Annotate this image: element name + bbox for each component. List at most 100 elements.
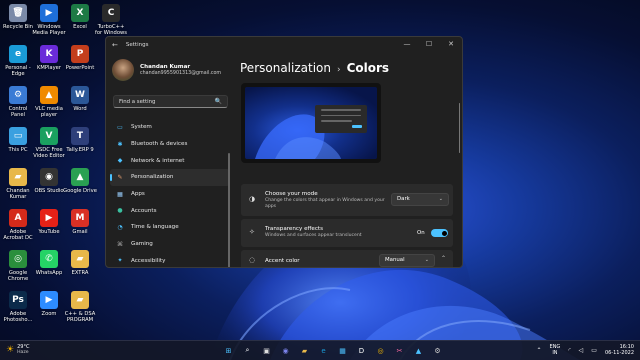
volume-icon[interactable]: ◁ xyxy=(579,347,584,354)
desktop-icon-label: C++ & DSA PROGRAM xyxy=(64,311,96,323)
accent-dropdown[interactable]: Manual ⌄ xyxy=(379,254,435,267)
clock[interactable]: 16:10 06-11-2022 xyxy=(605,344,634,356)
start-icon[interactable]: ⊞ xyxy=(222,344,235,357)
desktop-icon[interactable]: ▭ This PC xyxy=(1,127,35,153)
globe-clock-icon: ◔ xyxy=(117,223,123,231)
desktop-icon[interactable]: ▰ EXTRA xyxy=(63,250,97,276)
desktop-icon[interactable]: ◉ OBS Studio xyxy=(32,168,66,194)
chat-icon[interactable]: ◉ xyxy=(279,344,292,357)
desktop-icon[interactable]: ▶ Windows Media Player xyxy=(32,4,66,36)
chrome-taskbar-icon[interactable]: ◎ xyxy=(374,344,387,357)
search-taskbar-icon[interactable]: ⌕ xyxy=(241,344,254,357)
sidebar-item-accounts[interactable]: ● Accounts xyxy=(110,202,230,219)
desktop-icon[interactable]: ◎ Google Chrome xyxy=(1,250,35,282)
mode-description: Change the colors that appear in Windows… xyxy=(265,198,385,209)
system-icon: ▭ xyxy=(117,123,123,131)
gaming-icon: ⌘ xyxy=(117,240,123,248)
desktop-icon-label: Excel xyxy=(73,24,87,30)
desktop-icon[interactable]: ▶ Zoom xyxy=(32,291,66,317)
content-scrollbar[interactable] xyxy=(458,103,460,153)
desktop-icon[interactable]: X Excel xyxy=(63,4,97,30)
desktop-icon[interactable]: V VSDC Free Video Editor xyxy=(32,127,66,159)
sidebar-item-gaming[interactable]: ⌘ Gaming xyxy=(110,236,230,253)
search-input[interactable]: Find a setting 🔍 xyxy=(113,95,228,108)
sidebar-item-system[interactable]: ▭ System xyxy=(110,119,230,136)
profile-name: Chandan Kumar xyxy=(140,64,191,70)
breadcrumb-parent[interactable]: Personalization xyxy=(240,61,331,75)
desktop-icon[interactable]: M Gmail xyxy=(63,209,97,235)
main-content: Personalization › Colors ◑ Choose your mod… xyxy=(230,53,462,267)
gmail-icon: M xyxy=(71,209,89,227)
language-indicator[interactable]: ENG IN xyxy=(550,344,561,356)
desktop-icon[interactable]: ▲ Google Drive xyxy=(63,168,97,194)
sidebar-item-label: Gaming xyxy=(131,241,153,248)
sidebar-item-label: System xyxy=(131,124,152,131)
obs-icon: ◉ xyxy=(40,168,58,186)
page-title: Colors xyxy=(346,61,390,75)
desktop-icon[interactable]: ▰ Chandan Kumar xyxy=(1,168,35,200)
battery-icon[interactable]: ▭ xyxy=(591,347,597,354)
dell-icon[interactable]: D xyxy=(355,344,368,357)
chevron-up-icon[interactable]: ⌃ xyxy=(441,255,446,262)
task-view-icon[interactable]: ▣ xyxy=(260,344,273,357)
chevron-up-icon[interactable]: ⌃ xyxy=(537,347,542,354)
folder-icon: ▰ xyxy=(71,291,89,309)
desktop-icon-label: YouTube xyxy=(38,229,60,235)
settings-taskbar-icon[interactable]: ⚙ xyxy=(431,344,444,357)
sidebar-item-personalization[interactable]: ✎ Personalization xyxy=(110,169,230,186)
store-icon[interactable]: ▦ xyxy=(336,344,349,357)
window-title: Settings xyxy=(125,42,149,48)
excel-icon: X xyxy=(71,4,89,22)
desktop-icon-label: Adobe Photosho... xyxy=(3,311,33,323)
sidebar-item-network-internet[interactable]: ◆ Network & internet xyxy=(110,152,230,169)
weather-condition: Haze xyxy=(17,350,29,355)
breadcrumb: Personalization › Colors xyxy=(240,61,389,75)
desktop-icon-label: Tally.ERP 9 xyxy=(66,147,94,153)
user-profile[interactable]: Chandan Kumar chandan9955901313@gmail.co… xyxy=(112,59,221,81)
desktop-icon[interactable]: K KMPlayer xyxy=(32,45,66,71)
desktop-icon[interactable]: Ps Adobe Photosho... xyxy=(1,291,35,323)
desktop-icon[interactable]: e Personal - Edge xyxy=(1,45,35,77)
desktop-icon[interactable]: ⚙ Control Panel xyxy=(1,86,35,118)
desktop-icon[interactable]: P PowerPoint xyxy=(63,45,97,71)
edge-taskbar-icon[interactable]: e xyxy=(317,344,330,357)
maximize-button[interactable]: ☐ xyxy=(418,37,440,51)
photos-icon[interactable]: ▲ xyxy=(412,344,425,357)
transparency-description: Windows and surfaces appear translucent xyxy=(265,233,362,238)
desktop-icon[interactable]: 🗑 Recycle Bin xyxy=(1,4,35,30)
powerpoint-icon: P xyxy=(71,45,89,63)
theme-preview xyxy=(241,83,381,163)
weather-widget[interactable]: ☀ 29°C Haze xyxy=(6,344,29,355)
vsdc-icon: V xyxy=(40,127,58,145)
desktop-icon-label: PowerPoint xyxy=(65,65,95,71)
chevron-down-icon: ⌄ xyxy=(424,257,429,263)
desktop-icon[interactable]: W Word xyxy=(63,86,97,112)
preview-line xyxy=(321,114,361,116)
sidebar-item-bluetooth-devices[interactable]: ✱ Bluetooth & devices xyxy=(110,136,230,153)
chevron-down-icon: ⌄ xyxy=(438,196,443,202)
nav-list: ▭ System ✱ Bluetooth & devices ◆ Network & in… xyxy=(110,119,230,268)
desktop-icon[interactable]: ▰ C++ & DSA PROGRAM xyxy=(63,291,97,323)
desktop-icon[interactable]: ▲ VLC media player xyxy=(32,86,66,118)
desktop-icon[interactable]: A Adobe Acrobat DC xyxy=(1,209,35,241)
wifi-icon[interactable]: ◜ xyxy=(568,347,570,354)
system-tray: ⌃ ENG IN ◜ ◁ ▭ 16:10 06-11-2022 xyxy=(537,344,635,356)
transparency-toggle[interactable] xyxy=(431,229,448,237)
acrobat-icon: A xyxy=(9,209,27,227)
sidebar-item-time-language[interactable]: ◔ Time & language xyxy=(110,219,230,236)
accessibility-icon: ✦ xyxy=(117,257,123,265)
desktop-icon[interactable]: T Tally.ERP 9 xyxy=(63,127,97,153)
snipping-icon[interactable]: ✂ xyxy=(393,344,406,357)
back-arrow-icon[interactable]: ← xyxy=(112,41,118,49)
mode-title: Choose your mode xyxy=(265,191,318,197)
sidebar-item-accessibility[interactable]: ✦ Accessibility xyxy=(110,253,230,268)
desktop-icon[interactable]: ✆ WhatsApp xyxy=(32,250,66,276)
desktop-icon-label: Zoom xyxy=(41,311,57,317)
sun-icon: ☀ xyxy=(6,344,15,355)
mode-dropdown[interactable]: Dark ⌄ xyxy=(391,193,449,206)
close-button[interactable]: ✕ xyxy=(440,37,462,51)
sidebar-item-apps[interactable]: ▦ Apps xyxy=(110,186,230,203)
minimize-button[interactable]: — xyxy=(396,37,418,51)
desktop-icon[interactable]: ▶ YouTube xyxy=(32,209,66,235)
file-explorer-icon[interactable]: ▰ xyxy=(298,344,311,357)
